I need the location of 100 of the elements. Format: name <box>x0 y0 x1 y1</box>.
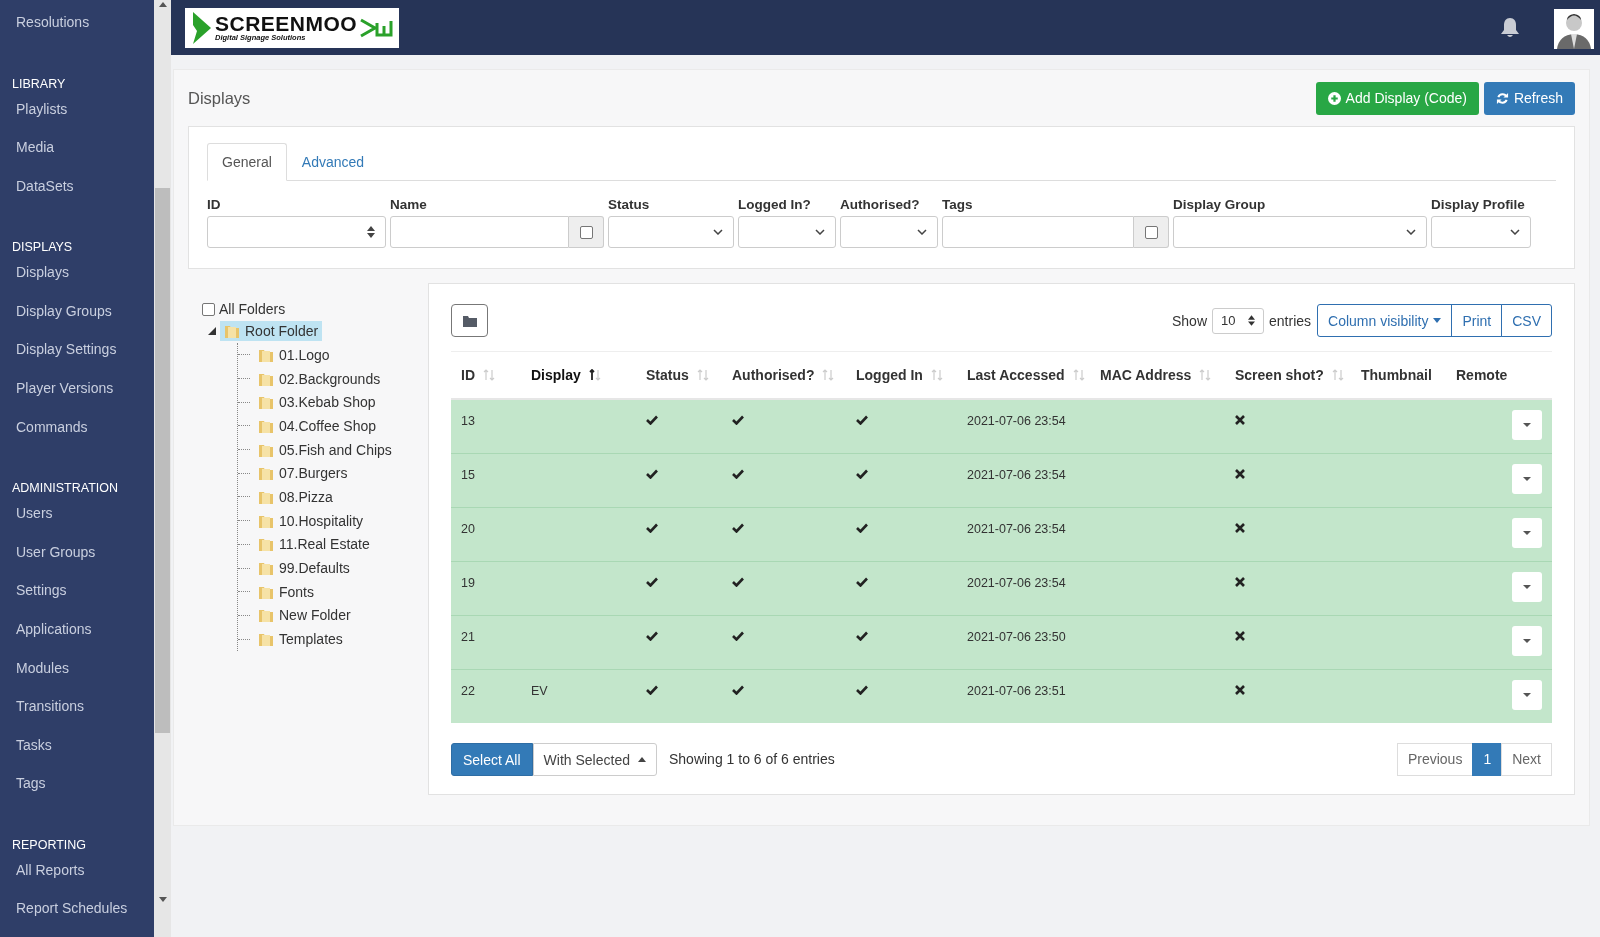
logo-mark-icon <box>191 10 213 45</box>
caret-icon <box>1523 584 1531 589</box>
sidebar-item[interactable]: Modules <box>0 657 154 697</box>
row-actions-button[interactable] <box>1512 463 1542 494</box>
select-field[interactable] <box>738 216 836 248</box>
sidebar-item[interactable]: All Reports <box>0 859 154 899</box>
sidebar-item[interactable]: DataSets <box>0 175 154 215</box>
row-actions-button[interactable] <box>1512 679 1542 710</box>
row-actions-button[interactable] <box>1512 517 1542 548</box>
tree-item[interactable]: 04.Coffee Shop <box>254 415 381 436</box>
sidebar-item[interactable]: Playlists <box>0 98 154 138</box>
tree-item[interactable]: 07.Burgers <box>254 463 352 484</box>
filter-label: Status <box>608 197 651 214</box>
sidebar-heading: LIBRARY <box>11 75 67 93</box>
table-cell: 2021-07-06 23:54 <box>957 453 1090 507</box>
user-avatar[interactable] <box>1554 8 1594 49</box>
pagination-button[interactable]: Next <box>1501 743 1552 776</box>
refresh-button[interactable]: Refresh <box>1483 81 1575 115</box>
sidebar-item[interactable]: Tags <box>0 773 154 812</box>
table-cell: 22 <box>451 669 521 723</box>
show-label: Show <box>1172 312 1207 329</box>
checkbox[interactable] <box>1144 225 1158 239</box>
sidebar-item[interactable]: Resolutions <box>0 12 154 51</box>
folder-icon <box>258 560 274 577</box>
notification-bell-icon[interactable] <box>1500 16 1520 39</box>
row-actions-button[interactable] <box>1512 571 1542 602</box>
spinner-icon <box>1248 315 1255 326</box>
logo-name: SCREENMOO <box>215 13 358 35</box>
id-input-field[interactable] <box>207 216 386 248</box>
select-all-button[interactable]: Select All <box>451 743 533 776</box>
sidebar-item[interactable]: Settings <box>0 580 154 619</box>
sidebar-item[interactable]: Report Schedules <box>0 898 154 937</box>
filter-tab[interactable]: General <box>207 143 287 181</box>
sidebar-item[interactable]: Users <box>0 503 154 542</box>
caret-icon <box>1523 476 1531 481</box>
tree-item[interactable]: 02.Backgrounds <box>254 368 385 389</box>
sidebar-item[interactable]: Applications <box>0 618 154 658</box>
expand-triangle-icon[interactable] <box>208 327 216 335</box>
entries-info: Showing 1 to 6 of 6 entries <box>668 750 835 767</box>
chevron-down-icon <box>713 229 723 235</box>
pagination-button[interactable]: 1 <box>1472 743 1503 776</box>
export-button[interactable]: CSV <box>1501 304 1552 337</box>
text-input-field[interactable] <box>390 216 569 248</box>
tree-item[interactable]: Fonts <box>254 581 318 602</box>
folder-icon <box>258 394 274 411</box>
with-selected-button[interactable]: With Selected <box>532 743 657 776</box>
filter-label: ID <box>207 197 222 214</box>
tree-item[interactable]: 03.Kebab Shop <box>254 392 380 413</box>
sidebar-item[interactable]: User Groups <box>0 541 154 581</box>
folder-icon <box>462 314 477 327</box>
tree-item[interactable]: 11.Real Estate <box>254 534 374 555</box>
row-actions-button[interactable] <box>1512 410 1542 440</box>
filter-label: Tags <box>942 197 974 214</box>
scrollbar[interactable] <box>154 0 171 937</box>
filter-label: Display Group <box>1173 197 1267 214</box>
checkbox[interactable] <box>579 225 593 239</box>
filter-tab[interactable]: Advanced <box>286 143 380 181</box>
folder-icon <box>258 465 274 482</box>
caret-icon <box>1523 638 1531 643</box>
text-input-field[interactable] <box>942 216 1134 248</box>
tree-item[interactable]: 08.Pizza <box>254 486 337 507</box>
sidebar-heading: ADMINISTRATION <box>11 480 120 498</box>
sidebar-item[interactable]: Tasks <box>0 734 154 774</box>
tree-item[interactable]: Root Folder <box>220 321 323 341</box>
filter-label: Name <box>390 197 428 214</box>
row-actions-button[interactable] <box>1512 625 1542 656</box>
page-size-select[interactable]: 10 <box>1212 307 1264 334</box>
page-title: Displays <box>188 88 251 108</box>
table-cell: 13 <box>451 399 521 453</box>
select-field[interactable] <box>608 216 734 248</box>
sidebar-item[interactable]: Display Groups <box>0 300 154 340</box>
sidebar-item[interactable]: Media <box>0 137 154 176</box>
filter-label: Display Profile <box>1431 197 1526 214</box>
sidebar-item[interactable]: Display Settings <box>0 339 154 379</box>
folder-icon <box>258 631 274 648</box>
table-cell: EV <box>521 669 636 723</box>
tree-item[interactable]: Templates <box>254 629 347 650</box>
checkbox[interactable] <box>202 302 215 316</box>
select-field[interactable] <box>1173 216 1427 248</box>
tree-label: All Folders <box>219 301 286 317</box>
select-field[interactable] <box>840 216 938 248</box>
entries-label: entries <box>1269 312 1312 329</box>
sidebar-item[interactable]: Commands <box>0 416 154 456</box>
sidebar-item[interactable]: Displays <box>0 262 154 301</box>
tree-item[interactable]: New Folder <box>254 605 355 626</box>
folder-toggle-button[interactable] <box>451 304 488 337</box>
sidebar-item[interactable]: Player Versions <box>0 378 154 417</box>
caret-icon <box>637 757 646 762</box>
export-button[interactable]: Print <box>1451 304 1503 337</box>
table-cell: 2021-07-06 23:50 <box>957 615 1090 669</box>
caret-icon <box>1523 530 1531 535</box>
folder-icon <box>258 536 274 553</box>
tree-item[interactable]: 01.Logo <box>254 344 334 365</box>
sidebar-item[interactable]: Transitions <box>0 696 154 735</box>
tree-item[interactable]: 05.Fish and Chips <box>254 439 396 460</box>
select-field[interactable] <box>1431 216 1531 248</box>
filter-label: Authorised? <box>840 197 921 214</box>
tree-item[interactable]: 10.Hospitality <box>254 510 368 531</box>
tree-item[interactable]: 99.Defaults <box>254 558 354 579</box>
column-visibility-button[interactable]: Column visibility <box>1317 304 1453 337</box>
